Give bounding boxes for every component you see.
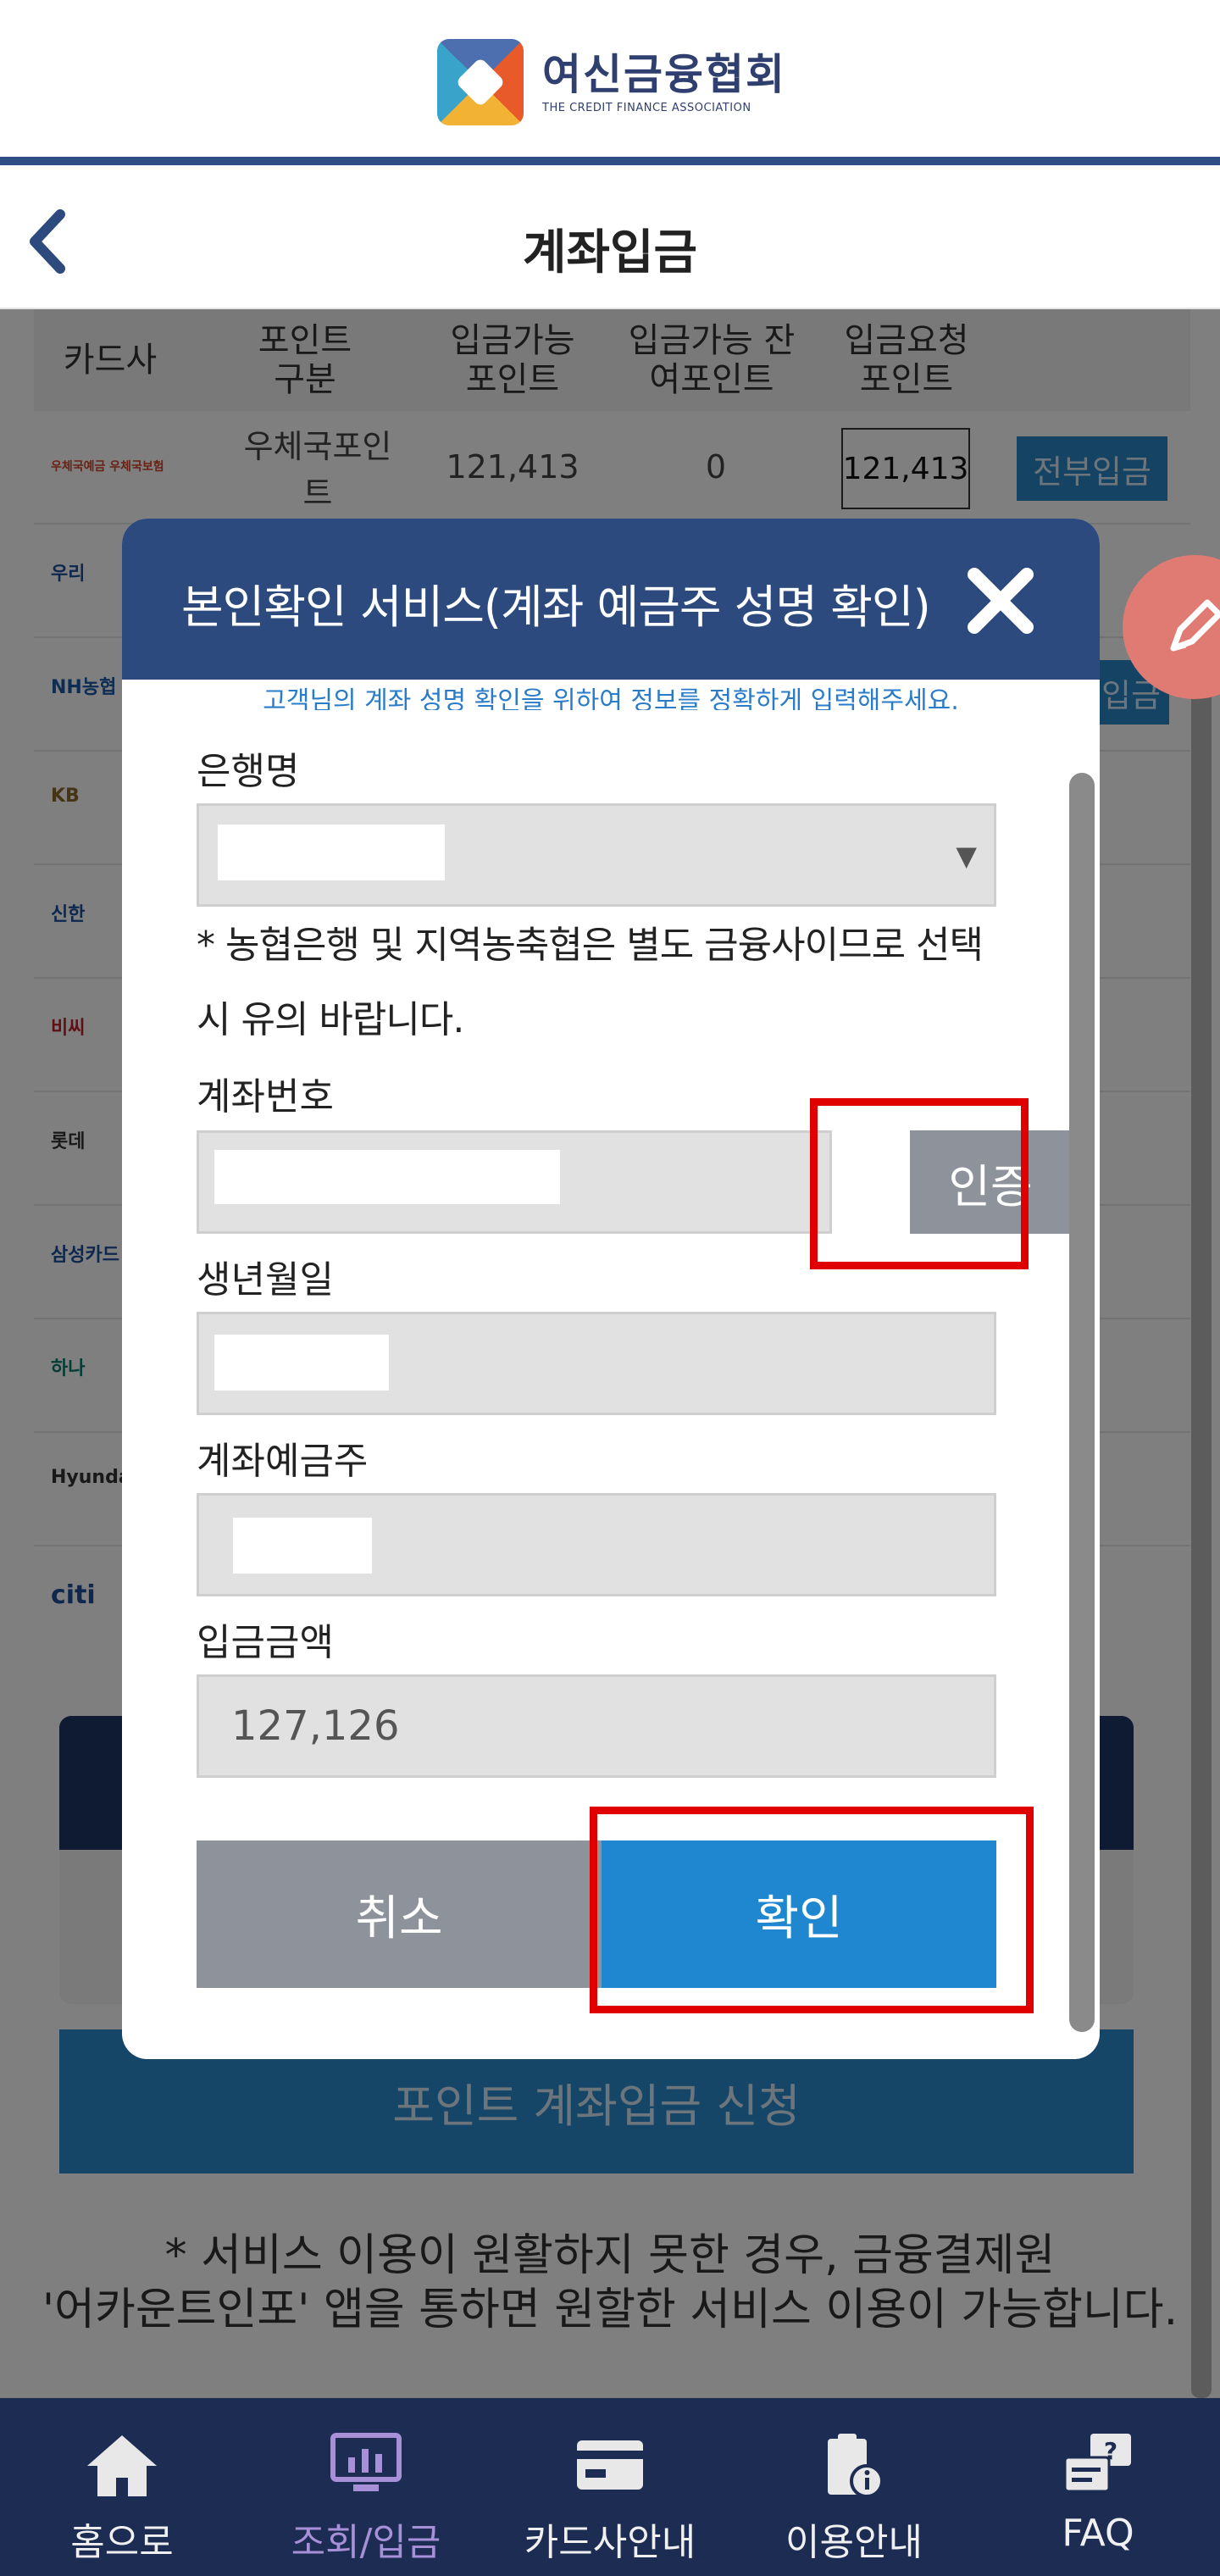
- deposit-amount-input[interactable]: 127,126: [197, 1674, 996, 1778]
- nav-home[interactable]: 홈으로: [0, 2398, 244, 2576]
- modal-title: 본인확인 서비스(계좌 예금주 성명 확인): [181, 580, 931, 634]
- nav-label: 카드사안내: [524, 2521, 696, 2564]
- nav-lookup-deposit[interactable]: 조회/입금: [244, 2398, 488, 2576]
- verify-button[interactable]: 인증: [910, 1130, 1071, 1234]
- confirm-button[interactable]: 확인: [602, 1840, 996, 1988]
- bank-select[interactable]: ▼: [197, 803, 996, 907]
- amount-label: 입금금액: [197, 1621, 334, 1664]
- modal-header: 본인확인 서비스(계좌 예금주 성명 확인): [122, 519, 1100, 680]
- nav-label: 이용안내: [785, 2521, 923, 2564]
- birthdate-label: 생년월일: [197, 1258, 334, 1302]
- cancel-button[interactable]: 취소: [197, 1840, 602, 1988]
- masked-value: [218, 824, 445, 880]
- logo-mark-icon: [437, 39, 524, 125]
- caret-down-icon: ▼: [956, 840, 977, 872]
- bottom-navigation: 홈으로 조회/입금 카드사안내 이용안내 ? FAQ: [0, 2398, 1220, 2576]
- guide-text: 고객님의 계좌 성명 확인을 위하여 정보를 정확하게 입력해주세요.: [263, 686, 959, 710]
- lookup-deposit-icon: [327, 2432, 405, 2500]
- page-title: 계좌입금: [522, 225, 698, 280]
- pen-icon: [1170, 599, 1220, 652]
- close-icon: [968, 568, 1034, 634]
- app-header: 여신금융협회 THE CREDIT FINANCE ASSOCIATION: [0, 0, 1220, 165]
- nav-usage-guide[interactable]: 이용안내: [732, 2398, 976, 2576]
- nav-faq[interactable]: ? FAQ: [976, 2398, 1220, 2576]
- nav-label: 홈으로: [70, 2521, 174, 2564]
- card-icon: [571, 2432, 649, 2500]
- identity-verification-modal: 본인확인 서비스(계좌 예금주 성명 확인) 고객님의 계좌 성명 확인을 위하…: [122, 519, 1100, 2059]
- account-label: 계좌번호: [197, 1075, 334, 1119]
- faq-icon: ?: [1059, 2432, 1137, 2500]
- birthdate-input[interactable]: [197, 1312, 996, 1415]
- nav-label: 조회/입금: [291, 2521, 441, 2564]
- title-bar: 계좌입금: [0, 174, 1220, 309]
- close-button[interactable]: [962, 563, 1039, 639]
- home-icon: [83, 2432, 161, 2500]
- account-holder-input[interactable]: [197, 1493, 996, 1596]
- masked-value: [233, 1518, 372, 1574]
- guide-icon: [815, 2432, 893, 2500]
- logo: 여신금융협회 THE CREDIT FINANCE ASSOCIATION: [437, 39, 786, 125]
- nav-label: FAQ: [1062, 2512, 1134, 2555]
- bank-label: 은행명: [197, 750, 300, 793]
- logo-subtitle: THE CREDIT FINANCE ASSOCIATION: [542, 101, 751, 114]
- masked-value: [214, 1335, 389, 1391]
- logo-title: 여신금융협회: [542, 49, 786, 99]
- deposit-amount-value: 127,126: [231, 1702, 400, 1750]
- nav-card-companies[interactable]: 카드사안내: [488, 2398, 732, 2576]
- modal-scrollbar[interactable]: [1069, 773, 1095, 2032]
- holder-label: 계좌예금주: [197, 1440, 369, 1483]
- bank-note: * 농협은행 및 지역농축협은 별도 금융사이므로 선택시 유의 바랍니다.: [197, 924, 984, 1041]
